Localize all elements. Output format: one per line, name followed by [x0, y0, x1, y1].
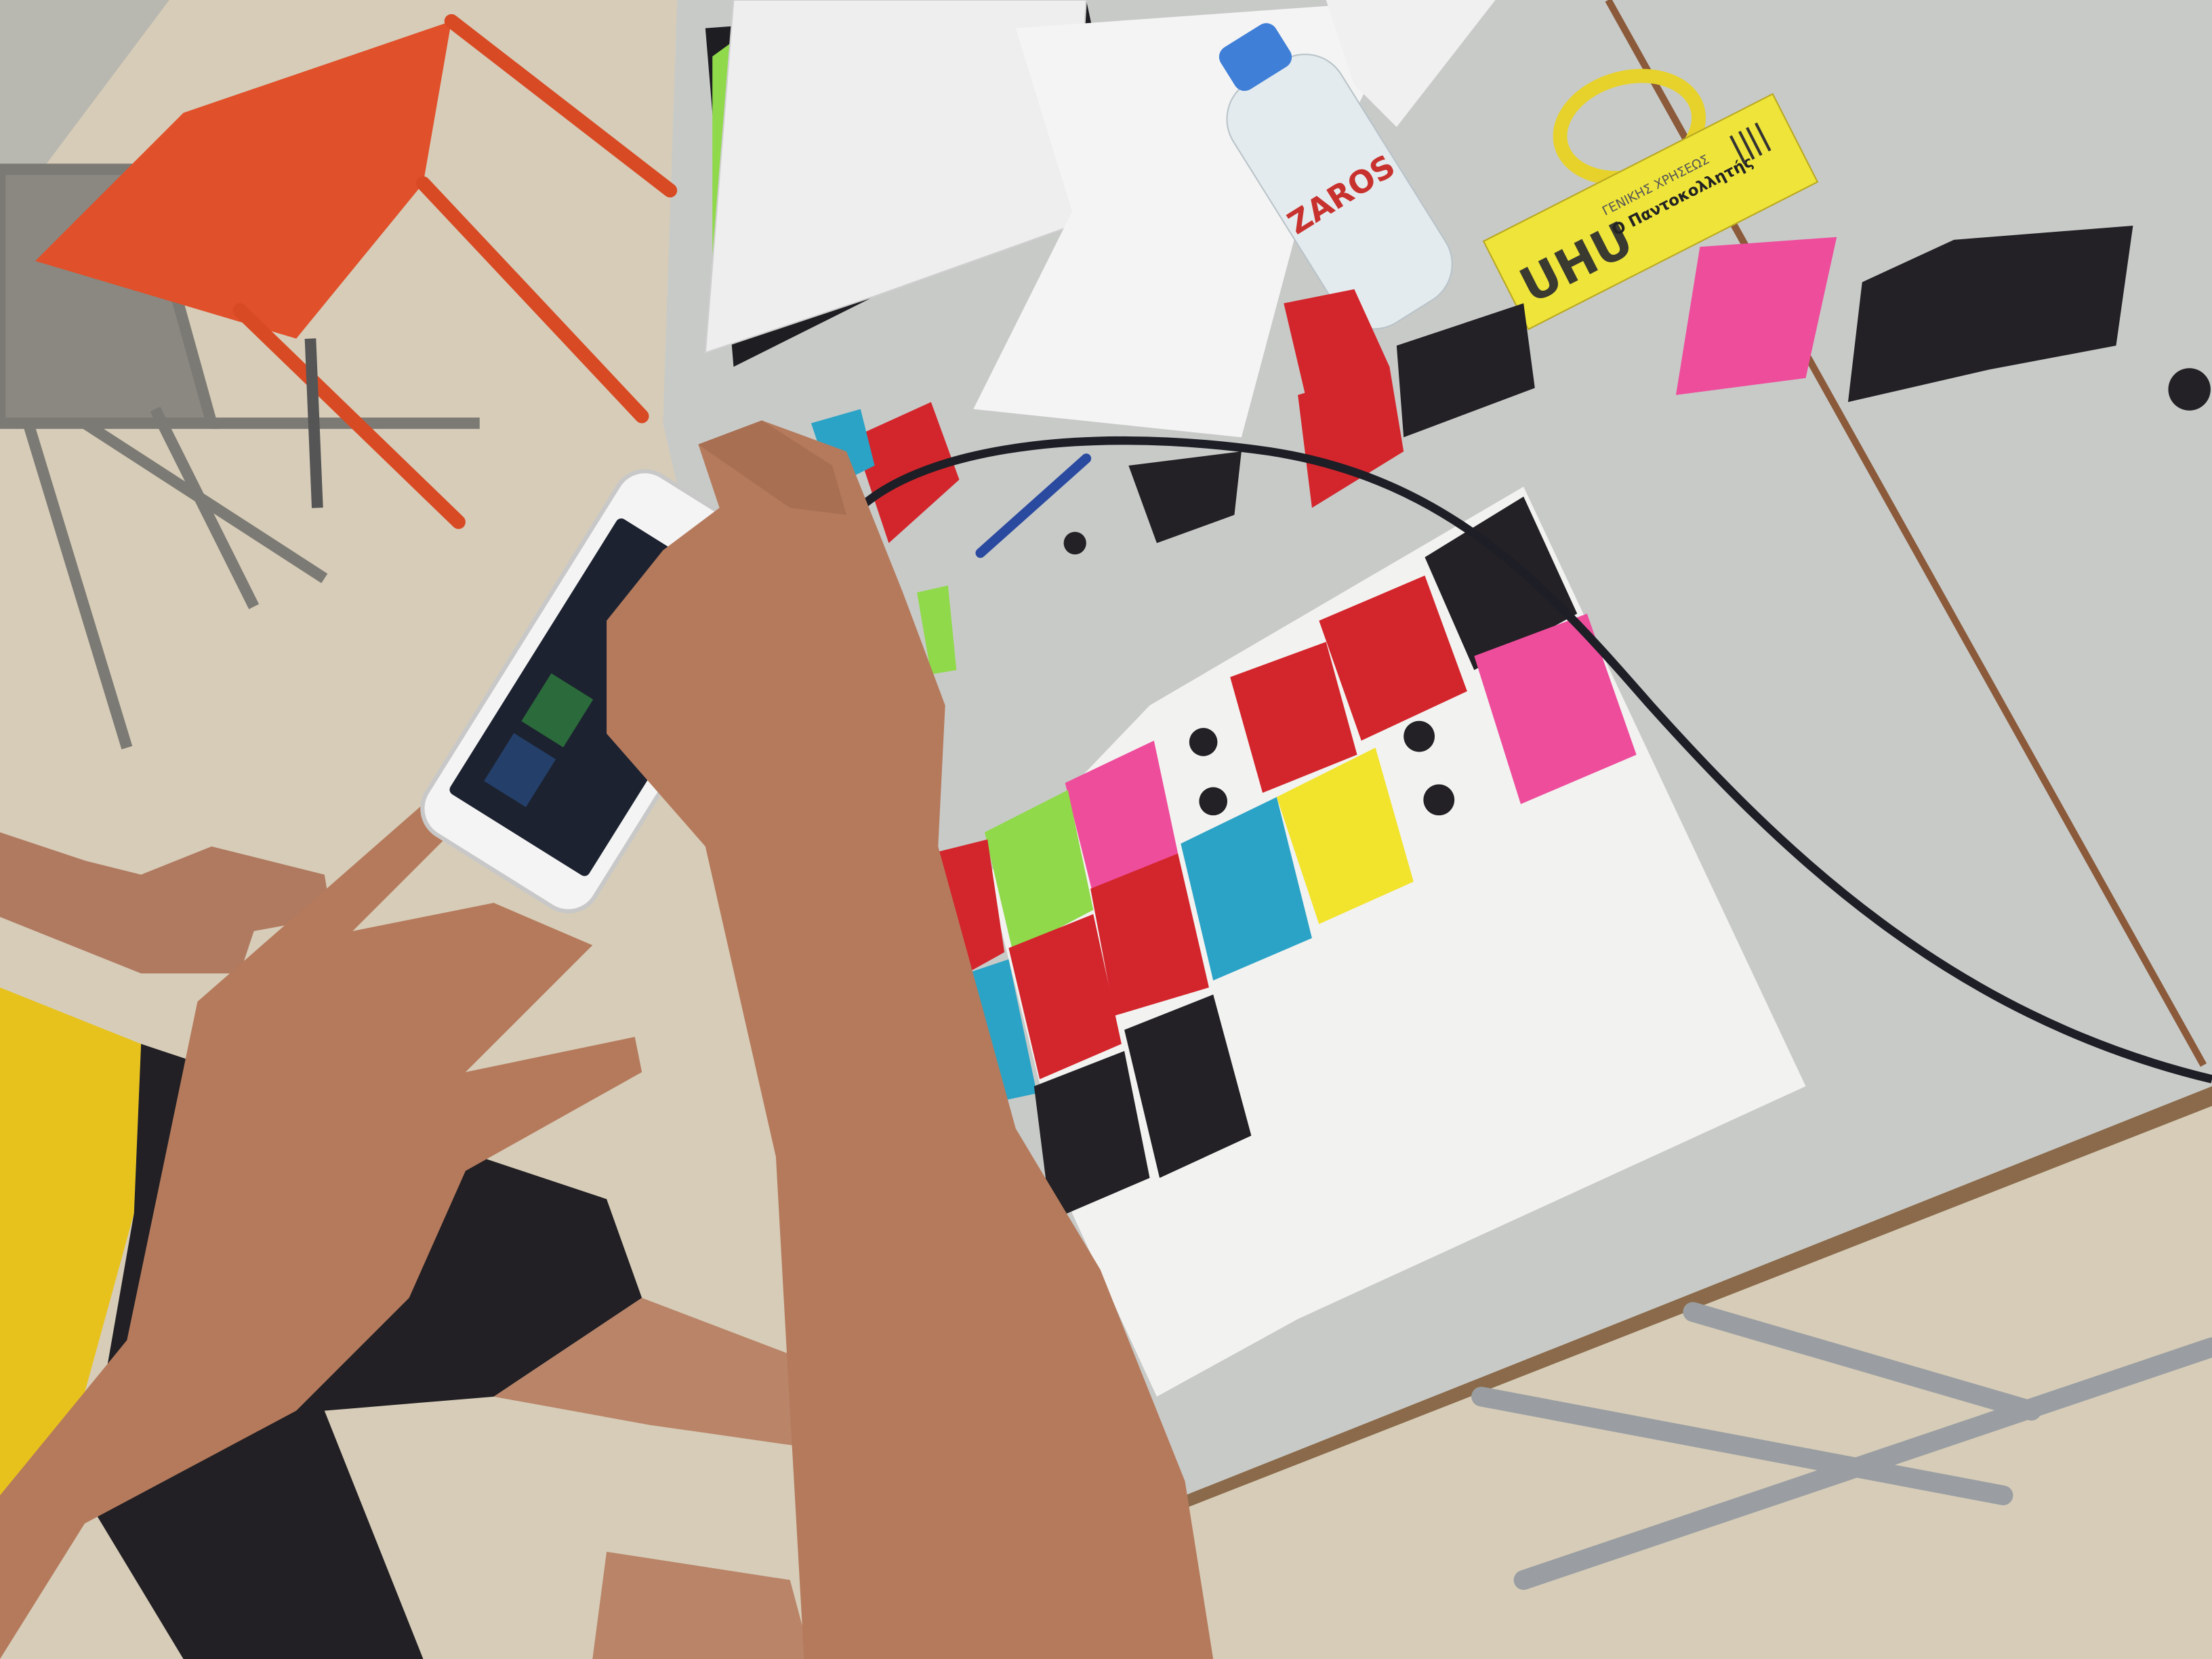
black-dot [1063, 531, 1086, 555]
photo-scene: ZAROS UHU ΓΕΝΙΚΗΣ ΧΡΗΣΕΩΣ Ο Παντοκολλητή… [0, 0, 2212, 1659]
black-dot [2168, 368, 2211, 411]
